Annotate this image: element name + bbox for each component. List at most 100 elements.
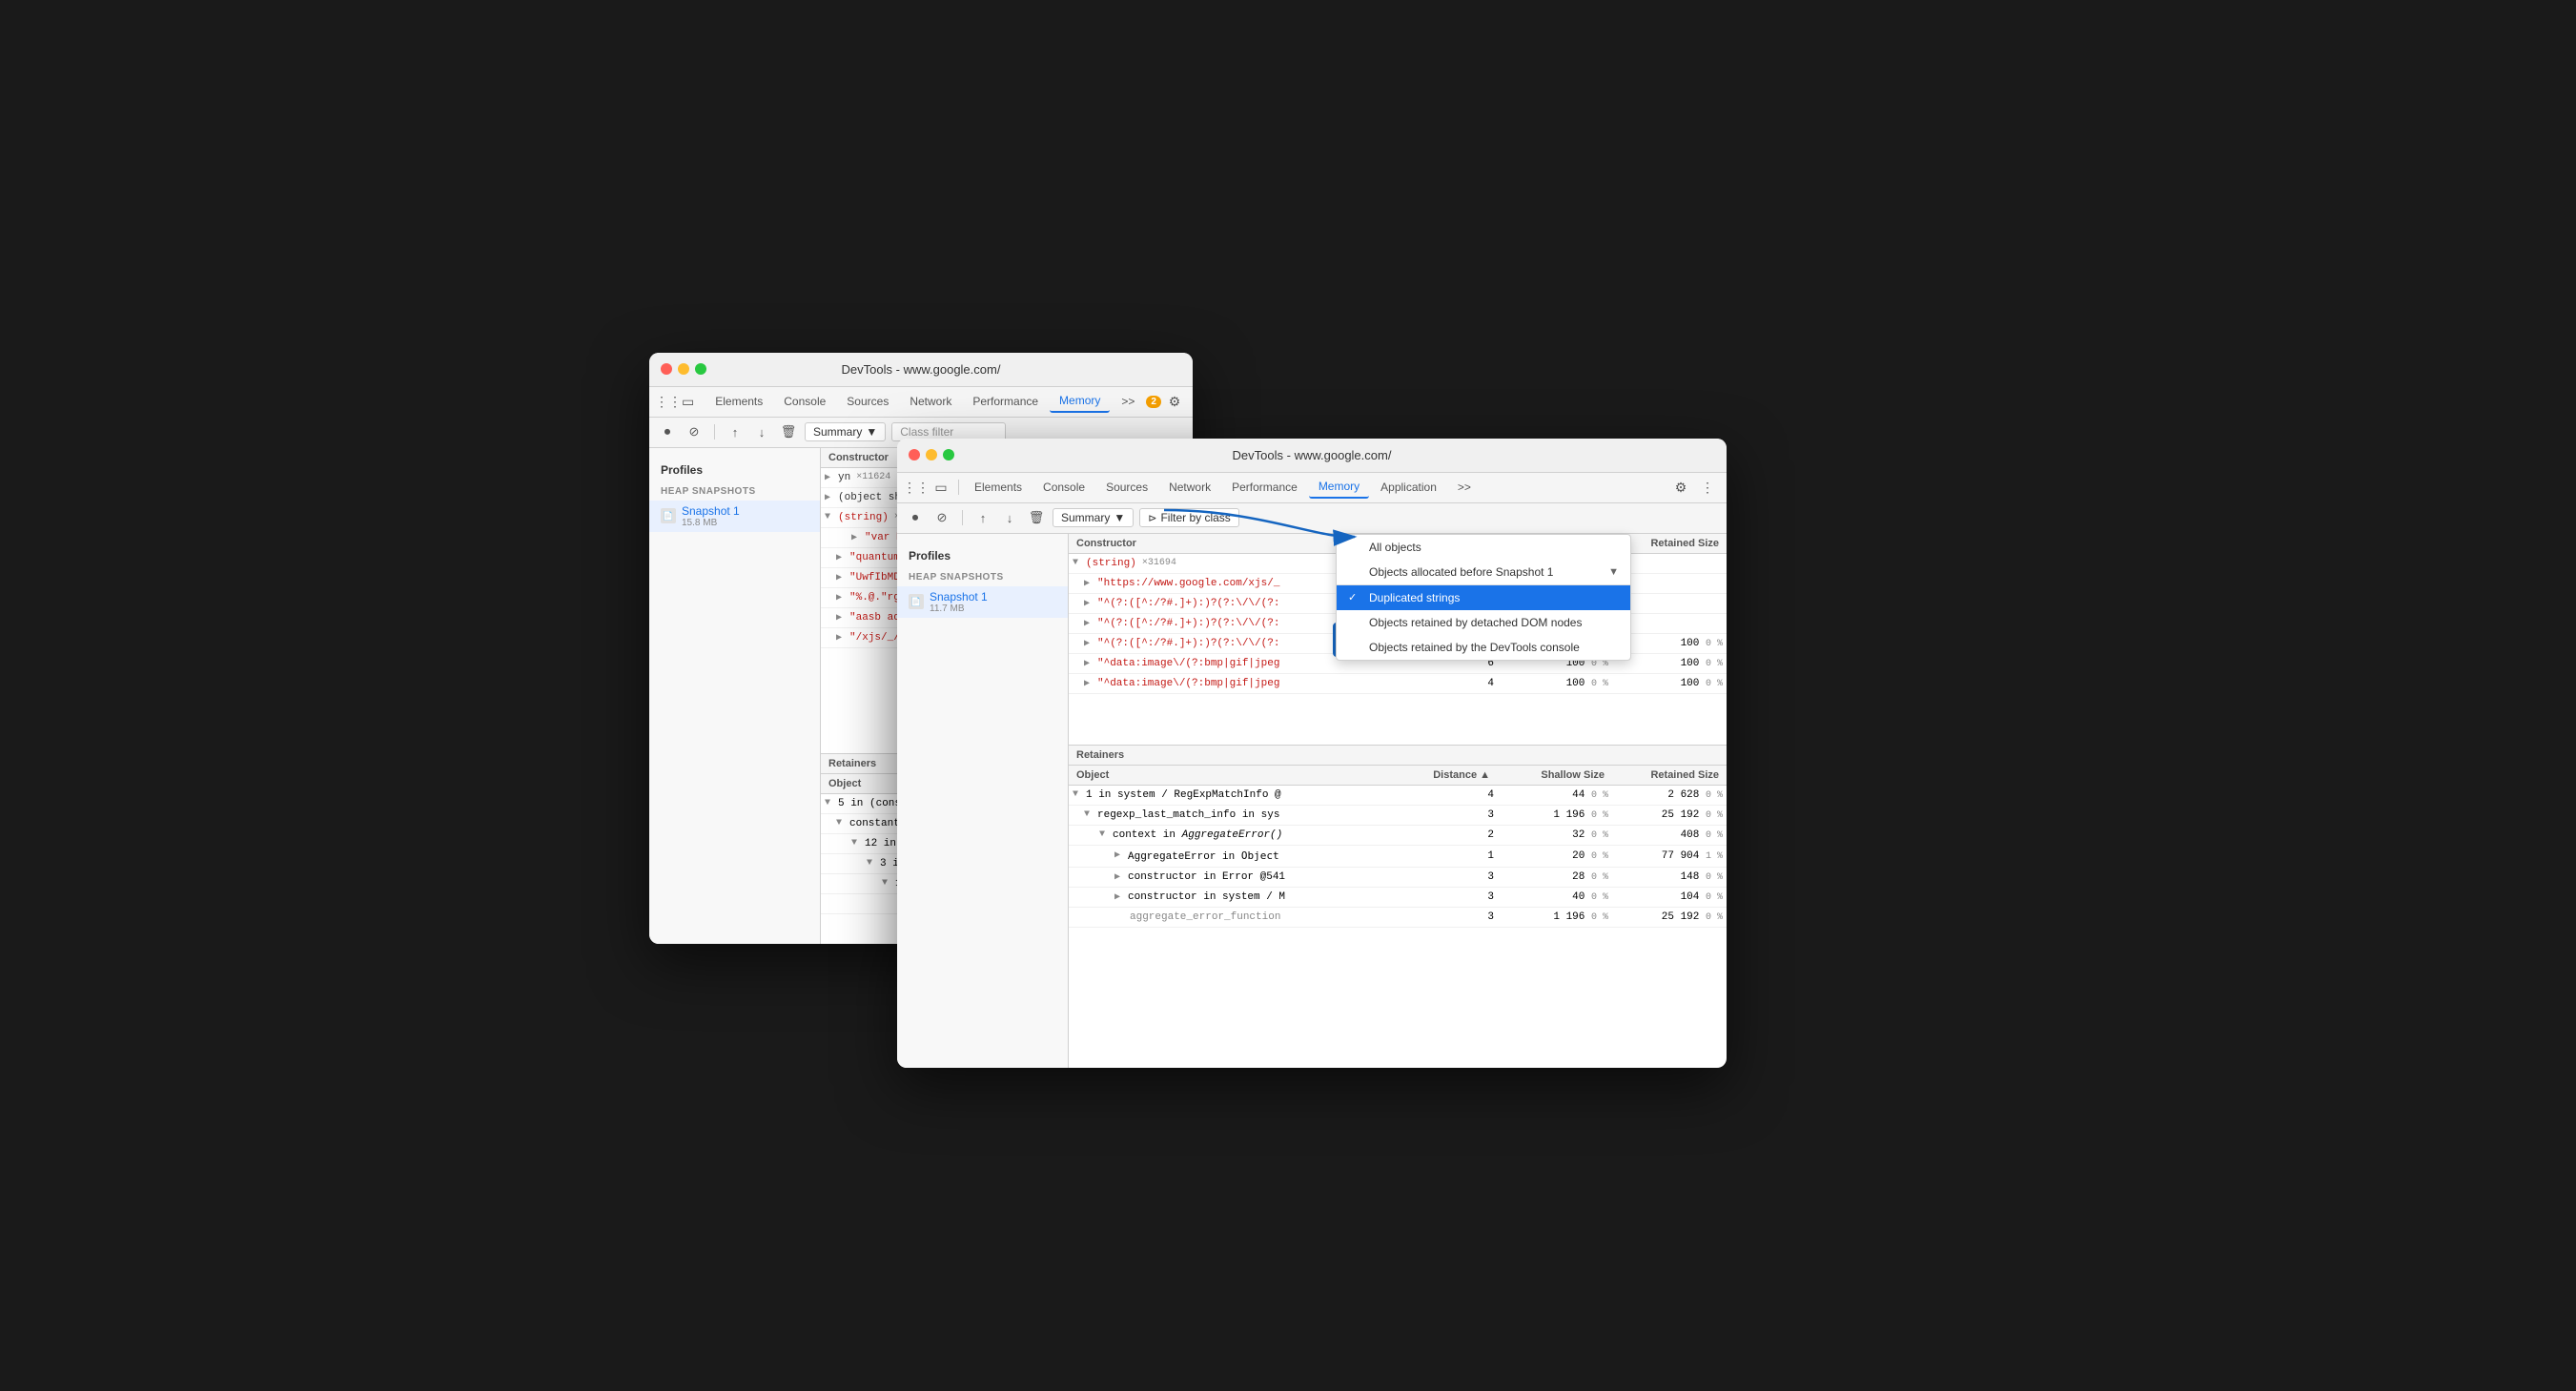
stop-btn-back[interactable]: ⊘ <box>684 421 705 442</box>
collect-btn-back[interactable]: 🗑 <box>778 421 799 442</box>
tab-memory-back[interactable]: Memory <box>1050 390 1110 413</box>
more-icon-back[interactable]: ⋮ <box>1190 390 1193 413</box>
ret-exp1[interactable]: ▼ <box>825 798 838 809</box>
settings-icon-front[interactable]: ⚙ <box>1669 476 1692 499</box>
expander-string[interactable]: ▼ <box>825 512 838 522</box>
upload-btn-back[interactable]: ↑ <box>725 421 746 442</box>
ret-exp3[interactable]: ▼ <box>851 838 865 849</box>
fret-row3[interactable]: ▼ context in AggregateError() 2 32 0 % 4… <box>1069 826 1727 846</box>
fret-exp5[interactable]: ▶ <box>1114 871 1128 883</box>
fret-val2: regexp_last_match_info in sys <box>1097 809 1279 821</box>
tab-performance-front[interactable]: Performance <box>1222 477 1307 498</box>
tab-more-back[interactable]: >> <box>1112 391 1144 412</box>
front-dd-all-objects[interactable]: All objects <box>1337 535 1630 560</box>
tab-network-back[interactable]: Network <box>900 391 961 412</box>
fret-retained3: 408 0 % <box>1612 828 1727 843</box>
summary-dropdown-back[interactable]: Summary ▼ <box>805 422 886 441</box>
tab-elements-back[interactable]: Elements <box>705 391 772 412</box>
fexp-string[interactable]: ▼ <box>1073 558 1086 568</box>
fexp-str4[interactable]: ▶ <box>1084 638 1097 649</box>
collect-btn-front[interactable]: 🗑 <box>1026 507 1047 528</box>
constructor-obj: (object shape) <box>838 492 897 503</box>
tab-console-back[interactable]: Console <box>774 391 835 412</box>
fret-row4[interactable]: ▶ AggregateError in Object 1 20 0 % 77 9… <box>1069 846 1727 868</box>
ret-exp4[interactable]: ▼ <box>867 858 880 869</box>
tab-memory-front[interactable]: Memory <box>1309 476 1369 499</box>
snapshot-item-back[interactable]: 📄 Snapshot 1 15.8 MB <box>649 501 820 532</box>
fret-row5[interactable]: ▶ constructor in Error @541 3 28 0 % 148… <box>1069 868 1727 888</box>
snapshot-size-back: 15.8 MB <box>682 518 740 528</box>
fret-exp3[interactable]: ▼ <box>1099 829 1113 841</box>
expander-str5[interactable]: ▶ <box>836 612 849 624</box>
fret-row7[interactable]: aggregate_error_function 3 1 196 0 % 25 … <box>1069 908 1727 928</box>
expander-str3[interactable]: ▶ <box>836 572 849 583</box>
fexp-str1[interactable]: ▶ <box>1084 578 1097 589</box>
fret-header-shallow: Shallow Size <box>1498 766 1612 785</box>
snapshot-icon-front: 📄 <box>909 594 924 609</box>
mobile-icon-front[interactable]: ▭ <box>930 476 952 499</box>
traffic-light-green-back[interactable] <box>695 363 706 375</box>
tab-performance-back[interactable]: Performance <box>963 391 1048 412</box>
more-icon-front[interactable]: ⋮ <box>1696 476 1719 499</box>
fret-exp6[interactable]: ▶ <box>1114 891 1128 903</box>
fret-row1[interactable]: ▼ 1 in system / RegExpMatchInfo @ 4 44 0… <box>1069 786 1727 806</box>
traffic-light-yellow-front[interactable] <box>926 449 937 460</box>
record-btn-back[interactable]: ⏺ <box>657 421 678 442</box>
upload-btn-front[interactable]: ↑ <box>972 507 993 528</box>
sep2 <box>714 424 715 440</box>
fret-shallow3: 32 0 % <box>1498 828 1612 843</box>
traffic-light-red-front[interactable] <box>909 449 920 460</box>
fret-retained4: 77 904 1 % <box>1612 849 1727 864</box>
tab-sources-back[interactable]: Sources <box>837 391 898 412</box>
expander-str6[interactable]: ▶ <box>836 632 849 644</box>
traffic-light-green-front[interactable] <box>943 449 954 460</box>
fret-exp4[interactable]: ▶ <box>1114 849 1128 863</box>
fexp-str3[interactable]: ▶ <box>1084 618 1097 629</box>
expander-obj[interactable]: ▶ <box>825 492 838 503</box>
front-dd-before-snapshot[interactable]: Objects allocated before Snapshot 1 ▼ <box>1337 560 1630 584</box>
tab-elements-front[interactable]: Elements <box>965 477 1032 498</box>
fret-row2[interactable]: ▼ regexp_last_match_info in sys 3 1 196 … <box>1069 806 1727 826</box>
download-btn-back[interactable]: ↓ <box>751 421 772 442</box>
ret-exp2[interactable]: ▼ <box>836 818 849 829</box>
front-dd-detached-dom[interactable]: Objects retained by detached DOM nodes <box>1337 610 1630 635</box>
tab-application-front[interactable]: Application <box>1371 477 1446 498</box>
fexp-str6[interactable]: ▶ <box>1084 678 1097 689</box>
settings-icon-back[interactable]: ⚙ <box>1163 390 1186 413</box>
snapshot-item-front[interactable]: 📄 Snapshot 1 11.7 MB <box>897 586 1068 618</box>
filter-by-class-btn[interactable]: ⊳ Filter by class <box>1139 508 1239 527</box>
fret-exp2[interactable]: ▼ <box>1084 809 1097 821</box>
fexp-str2[interactable]: ▶ <box>1084 598 1097 609</box>
expander-str2[interactable]: ▶ <box>836 552 849 563</box>
front-dd-dup-label: Duplicated strings <box>1369 591 1460 604</box>
front-dd-dup-strings[interactable]: ✓ Duplicated strings <box>1337 585 1630 610</box>
stop-btn-front[interactable]: ⊘ <box>931 507 952 528</box>
fret-row6[interactable]: ▶ constructor in system / M 3 40 0 % 104… <box>1069 888 1727 908</box>
tab-more-front[interactable]: >> <box>1448 477 1481 498</box>
record-btn-front[interactable]: ⏺ <box>905 507 926 528</box>
tab-sources-front[interactable]: Sources <box>1096 477 1157 498</box>
front-dd-before-label: Objects allocated before Snapshot 1 <box>1369 565 1553 579</box>
frow-str6[interactable]: ▶ "^data:image\/(?:bmp|gif|jpeg 4 100 0 … <box>1069 674 1727 694</box>
download-btn-front[interactable]: ↓ <box>999 507 1020 528</box>
fret-exp1[interactable]: ▼ <box>1073 789 1086 801</box>
tab-network-front[interactable]: Network <box>1159 477 1220 498</box>
sep1-front <box>958 480 959 495</box>
front-dd-console-label: Objects retained by the DevTools console <box>1369 641 1580 654</box>
ret-exp5[interactable]: ▼ <box>882 878 895 890</box>
summary-dropdown-front[interactable]: Summary ▼ <box>1053 508 1134 527</box>
expander-str1[interactable]: ▶ <box>851 532 865 543</box>
expander-yn[interactable]: ▶ <box>825 472 838 483</box>
front-dd-devtools-console[interactable]: Objects retained by the DevTools console <box>1337 635 1630 660</box>
tab-console-front[interactable]: Console <box>1033 477 1094 498</box>
fval-str2: "^(?:([^:/?#.]+):)?(?:\/\/(?: <box>1097 598 1279 609</box>
mobile-icon[interactable]: ▭ <box>682 390 694 413</box>
cursor-icon[interactable]: ⋮⋮ <box>657 390 680 413</box>
fret-val1: 1 in system / RegExpMatchInfo @ <box>1086 789 1281 801</box>
expander-str4[interactable]: ▶ <box>836 592 849 603</box>
cursor-icon-front[interactable]: ⋮⋮ <box>905 476 928 499</box>
fexp-str5[interactable]: ▶ <box>1084 658 1097 669</box>
traffic-light-red-back[interactable] <box>661 363 672 375</box>
traffic-light-yellow-back[interactable] <box>678 363 689 375</box>
titlebar-title-back: DevTools - www.google.com/ <box>842 362 1001 377</box>
